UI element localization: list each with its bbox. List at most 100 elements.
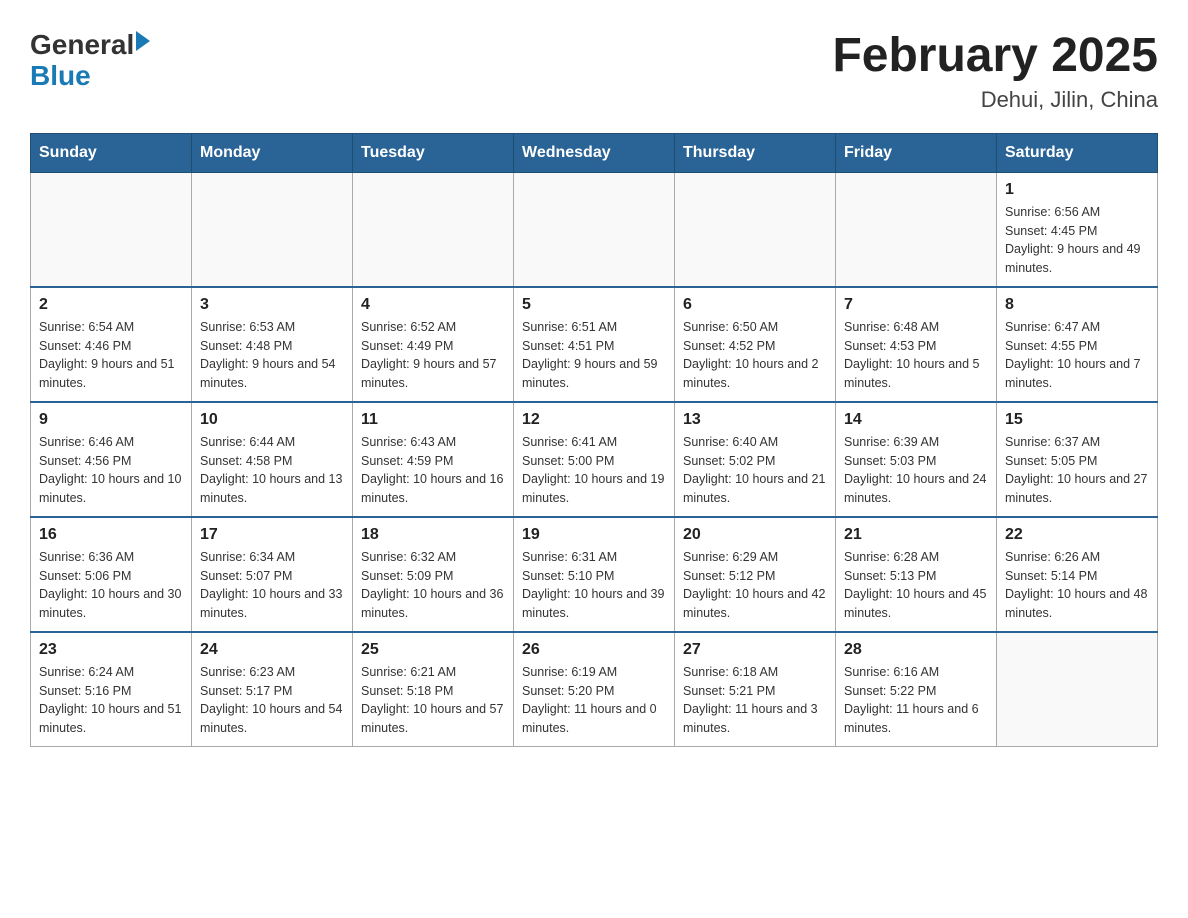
logo-blue: Blue bbox=[30, 61, 150, 92]
logo-arrow-icon bbox=[136, 31, 150, 51]
calendar-table: SundayMondayTuesdayWednesdayThursdayFrid… bbox=[30, 133, 1158, 747]
calendar-day bbox=[675, 172, 836, 287]
calendar-day: 20 Sunrise: 6:29 AMSunset: 5:12 PMDayligh… bbox=[675, 517, 836, 632]
day-number: 21 bbox=[844, 526, 988, 544]
weekday-header-thursday: Thursday bbox=[675, 133, 836, 172]
calendar-day: 28 Sunrise: 6:16 AMSunset: 5:22 PMDayligh… bbox=[836, 632, 997, 747]
calendar-week-4: 16 Sunrise: 6:36 AMSunset: 5:06 PMDayligh… bbox=[31, 517, 1158, 632]
day-number: 12 bbox=[522, 411, 666, 429]
calendar-day: 17 Sunrise: 6:34 AMSunset: 5:07 PMDayligh… bbox=[192, 517, 353, 632]
day-info: Sunrise: 6:52 AMSunset: 4:49 PMDaylight:… bbox=[361, 318, 505, 393]
weekday-header-friday: Friday bbox=[836, 133, 997, 172]
logo-general: General bbox=[30, 30, 134, 61]
day-number: 17 bbox=[200, 526, 344, 544]
calendar-day: 21 Sunrise: 6:28 AMSunset: 5:13 PMDayligh… bbox=[836, 517, 997, 632]
day-number: 2 bbox=[39, 296, 183, 314]
day-number: 9 bbox=[39, 411, 183, 429]
page-header: General Blue February 2025 Dehui, Jilin,… bbox=[30, 30, 1158, 113]
calendar-day: 19 Sunrise: 6:31 AMSunset: 5:10 PMDayligh… bbox=[514, 517, 675, 632]
calendar-day bbox=[353, 172, 514, 287]
calendar-day: 3 Sunrise: 6:53 AMSunset: 4:48 PMDaylight… bbox=[192, 287, 353, 402]
day-number: 19 bbox=[522, 526, 666, 544]
day-number: 22 bbox=[1005, 526, 1149, 544]
calendar-day: 12 Sunrise: 6:41 AMSunset: 5:00 PMDayligh… bbox=[514, 402, 675, 517]
day-info: Sunrise: 6:54 AMSunset: 4:46 PMDaylight:… bbox=[39, 318, 183, 393]
day-info: Sunrise: 6:44 AMSunset: 4:58 PMDaylight:… bbox=[200, 433, 344, 508]
day-info: Sunrise: 6:53 AMSunset: 4:48 PMDaylight:… bbox=[200, 318, 344, 393]
day-number: 28 bbox=[844, 641, 988, 659]
calendar-day: 11 Sunrise: 6:43 AMSunset: 4:59 PMDayligh… bbox=[353, 402, 514, 517]
day-info: Sunrise: 6:50 AMSunset: 4:52 PMDaylight:… bbox=[683, 318, 827, 393]
day-number: 14 bbox=[844, 411, 988, 429]
day-info: Sunrise: 6:47 AMSunset: 4:55 PMDaylight:… bbox=[1005, 318, 1149, 393]
day-info: Sunrise: 6:51 AMSunset: 4:51 PMDaylight:… bbox=[522, 318, 666, 393]
day-info: Sunrise: 6:26 AMSunset: 5:14 PMDaylight:… bbox=[1005, 548, 1149, 623]
title-block: February 2025 Dehui, Jilin, China bbox=[832, 30, 1158, 113]
day-number: 16 bbox=[39, 526, 183, 544]
calendar-day bbox=[997, 632, 1158, 747]
day-number: 4 bbox=[361, 296, 505, 314]
calendar-day: 5 Sunrise: 6:51 AMSunset: 4:51 PMDaylight… bbox=[514, 287, 675, 402]
weekday-header-saturday: Saturday bbox=[997, 133, 1158, 172]
day-info: Sunrise: 6:19 AMSunset: 5:20 PMDaylight:… bbox=[522, 663, 666, 738]
weekday-header-monday: Monday bbox=[192, 133, 353, 172]
calendar-day: 14 Sunrise: 6:39 AMSunset: 5:03 PMDayligh… bbox=[836, 402, 997, 517]
calendar-day: 24 Sunrise: 6:23 AMSunset: 5:17 PMDayligh… bbox=[192, 632, 353, 747]
day-number: 11 bbox=[361, 411, 505, 429]
day-info: Sunrise: 6:41 AMSunset: 5:00 PMDaylight:… bbox=[522, 433, 666, 508]
calendar-week-2: 2 Sunrise: 6:54 AMSunset: 4:46 PMDaylight… bbox=[31, 287, 1158, 402]
day-info: Sunrise: 6:39 AMSunset: 5:03 PMDaylight:… bbox=[844, 433, 988, 508]
weekday-header-wednesday: Wednesday bbox=[514, 133, 675, 172]
calendar-day: 10 Sunrise: 6:44 AMSunset: 4:58 PMDayligh… bbox=[192, 402, 353, 517]
calendar-week-5: 23Sunrise: 6:24 AMSunset: 5:16 PMDayligh… bbox=[31, 632, 1158, 747]
calendar-day: 25 Sunrise: 6:21 AMSunset: 5:18 PMDayligh… bbox=[353, 632, 514, 747]
day-info: Sunrise: 6:48 AMSunset: 4:53 PMDaylight:… bbox=[844, 318, 988, 393]
calendar-day: 18 Sunrise: 6:32 AMSunset: 5:09 PMDayligh… bbox=[353, 517, 514, 632]
day-number: 27 bbox=[683, 641, 827, 659]
calendar-day: 1 Sunrise: 6:56 AMSunset: 4:45 PMDaylight… bbox=[997, 172, 1158, 287]
day-number: 24 bbox=[200, 641, 344, 659]
location: Dehui, Jilin, China bbox=[832, 87, 1158, 113]
day-number: 6 bbox=[683, 296, 827, 314]
day-number: 20 bbox=[683, 526, 827, 544]
calendar-day: 22 Sunrise: 6:26 AMSunset: 5:14 PMDayligh… bbox=[997, 517, 1158, 632]
day-info: Sunrise: 6:32 AMSunset: 5:09 PMDaylight:… bbox=[361, 548, 505, 623]
day-info: Sunrise: 6:56 AMSunset: 4:45 PMDaylight:… bbox=[1005, 203, 1149, 278]
day-info: Sunrise: 6:40 AMSunset: 5:02 PMDaylight:… bbox=[683, 433, 827, 508]
calendar-day: 26Sunrise: 6:19 AMSunset: 5:20 PMDayligh… bbox=[514, 632, 675, 747]
day-number: 3 bbox=[200, 296, 344, 314]
day-info: Sunrise: 6:43 AMSunset: 4:59 PMDaylight:… bbox=[361, 433, 505, 508]
day-number: 25 bbox=[361, 641, 505, 659]
day-number: 7 bbox=[844, 296, 988, 314]
day-number: 23 bbox=[39, 641, 183, 659]
day-number: 5 bbox=[522, 296, 666, 314]
calendar-week-3: 9 Sunrise: 6:46 AMSunset: 4:56 PMDaylight… bbox=[31, 402, 1158, 517]
day-info: Sunrise: 6:29 AMSunset: 5:12 PMDaylight:… bbox=[683, 548, 827, 623]
day-info: Sunrise: 6:21 AMSunset: 5:18 PMDaylight:… bbox=[361, 663, 505, 738]
day-number: 15 bbox=[1005, 411, 1149, 429]
day-info: Sunrise: 6:46 AMSunset: 4:56 PMDaylight:… bbox=[39, 433, 183, 508]
weekday-header-row: SundayMondayTuesdayWednesdayThursdayFrid… bbox=[31, 133, 1158, 172]
calendar-day: 4 Sunrise: 6:52 AMSunset: 4:49 PMDaylight… bbox=[353, 287, 514, 402]
day-info: Sunrise: 6:31 AMSunset: 5:10 PMDaylight:… bbox=[522, 548, 666, 623]
calendar-day: 9 Sunrise: 6:46 AMSunset: 4:56 PMDaylight… bbox=[31, 402, 192, 517]
day-number: 18 bbox=[361, 526, 505, 544]
calendar-day: 15 Sunrise: 6:37 AMSunset: 5:05 PMDayligh… bbox=[997, 402, 1158, 517]
calendar-week-1: 1 Sunrise: 6:56 AMSunset: 4:45 PMDaylight… bbox=[31, 172, 1158, 287]
day-info: Sunrise: 6:36 AMSunset: 5:06 PMDaylight:… bbox=[39, 548, 183, 623]
calendar-day bbox=[192, 172, 353, 287]
calendar-day: 16 Sunrise: 6:36 AMSunset: 5:06 PMDayligh… bbox=[31, 517, 192, 632]
day-info: Sunrise: 6:28 AMSunset: 5:13 PMDaylight:… bbox=[844, 548, 988, 623]
logo: General Blue bbox=[30, 30, 150, 92]
day-info: Sunrise: 6:16 AMSunset: 5:22 PMDaylight:… bbox=[844, 663, 988, 738]
calendar-day bbox=[836, 172, 997, 287]
day-info: Sunrise: 6:37 AMSunset: 5:05 PMDaylight:… bbox=[1005, 433, 1149, 508]
calendar-day: 7 Sunrise: 6:48 AMSunset: 4:53 PMDaylight… bbox=[836, 287, 997, 402]
calendar-day: 23Sunrise: 6:24 AMSunset: 5:16 PMDayligh… bbox=[31, 632, 192, 747]
day-number: 1 bbox=[1005, 181, 1149, 199]
day-number: 10 bbox=[200, 411, 344, 429]
day-info: Sunrise: 6:23 AMSunset: 5:17 PMDaylight:… bbox=[200, 663, 344, 738]
calendar-day: 27Sunrise: 6:18 AMSunset: 5:21 PMDayligh… bbox=[675, 632, 836, 747]
calendar-day: 8Sunrise: 6:47 AMSunset: 4:55 PMDaylight… bbox=[997, 287, 1158, 402]
day-info: Sunrise: 6:34 AMSunset: 5:07 PMDaylight:… bbox=[200, 548, 344, 623]
